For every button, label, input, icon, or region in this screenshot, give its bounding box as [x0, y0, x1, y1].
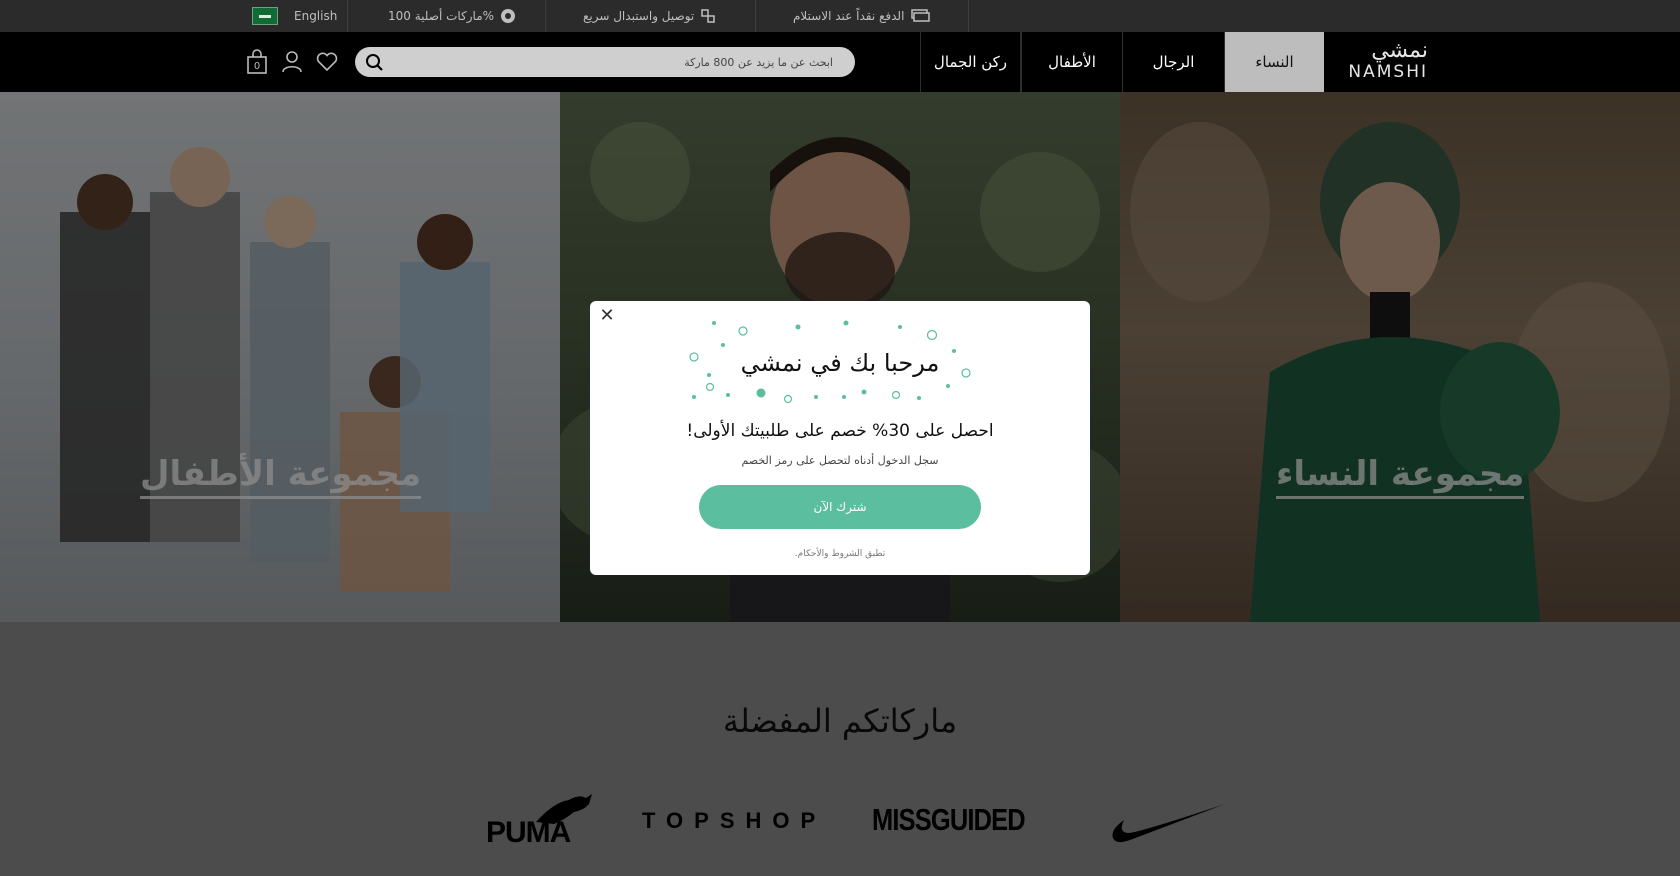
cart-button[interactable]: 0: [245, 49, 269, 75]
exchange-icon: [701, 9, 715, 23]
divider: [968, 0, 969, 32]
language-link[interactable]: English: [294, 9, 337, 23]
search-input[interactable]: [393, 47, 845, 77]
language-switch[interactable]: English: [294, 0, 337, 32]
heart-icon[interactable]: [315, 49, 339, 75]
country-selector[interactable]: [252, 0, 278, 32]
search-icon[interactable]: [364, 52, 384, 72]
logo-english: NAMSHI: [1348, 62, 1428, 82]
divider: [347, 0, 348, 32]
badge-icon: [501, 9, 516, 23]
cash-on-delivery: الدفع نقداً عند الاستلام: [793, 0, 931, 32]
tab-label: النساء: [1255, 53, 1294, 71]
cart-count: 0: [253, 61, 261, 72]
authentic-brands: ماركات أصلية 100%: [388, 0, 516, 32]
welcome-modal: ✕ مرحبا بك في نمشي احصل على 30% خصم على …: [590, 301, 1090, 575]
subscribe-button[interactable]: شترك الآن: [699, 485, 981, 529]
search-bar[interactable]: [355, 47, 855, 77]
fast-delivery: توصيل واستبدال سريع: [583, 0, 716, 32]
logo-arabic: نمشي: [1371, 38, 1428, 63]
main-nav: نمشي NAMSHI النساء الرجال الأطفال ركن ال…: [0, 32, 1680, 92]
tab-beauty[interactable]: ركن الجمال: [920, 32, 1021, 92]
authentic-label: ماركات أصلية 100%: [388, 9, 495, 23]
tab-kids[interactable]: الأطفال: [1021, 32, 1122, 92]
user-icon[interactable]: [280, 49, 304, 75]
divider: [545, 0, 546, 32]
terms-link[interactable]: تطبق الشروط والأحكام.: [590, 549, 1090, 559]
namshi-logo[interactable]: نمشي NAMSHI: [1338, 40, 1428, 86]
saudi-flag-icon[interactable]: [252, 7, 278, 25]
cash-icon: [911, 9, 931, 22]
cod-label: الدفع نقداً عند الاستلام: [793, 9, 905, 23]
tab-men[interactable]: الرجال: [1122, 32, 1224, 92]
modal-subtitle: احصل على 30% خصم على طلبيتك الأولى!: [686, 421, 994, 441]
modal-note: سجل الدخول أدناه لتحصل على رمز الخصم: [741, 454, 939, 467]
modal-title: مرحبا بك في نمشي: [740, 349, 940, 377]
delivery-label: توصيل واستبدال سريع: [583, 9, 695, 23]
tab-women[interactable]: النساء: [1224, 32, 1324, 92]
tab-label: ركن الجمال: [933, 53, 1008, 71]
close-icon[interactable]: ✕: [598, 307, 616, 325]
top-utility-bar: الدفع نقداً عند الاستلام توصيل واستبدال …: [0, 0, 1680, 32]
tab-label: الرجال: [1152, 53, 1195, 71]
tab-label: الأطفال: [1048, 53, 1096, 71]
divider: [755, 0, 756, 32]
